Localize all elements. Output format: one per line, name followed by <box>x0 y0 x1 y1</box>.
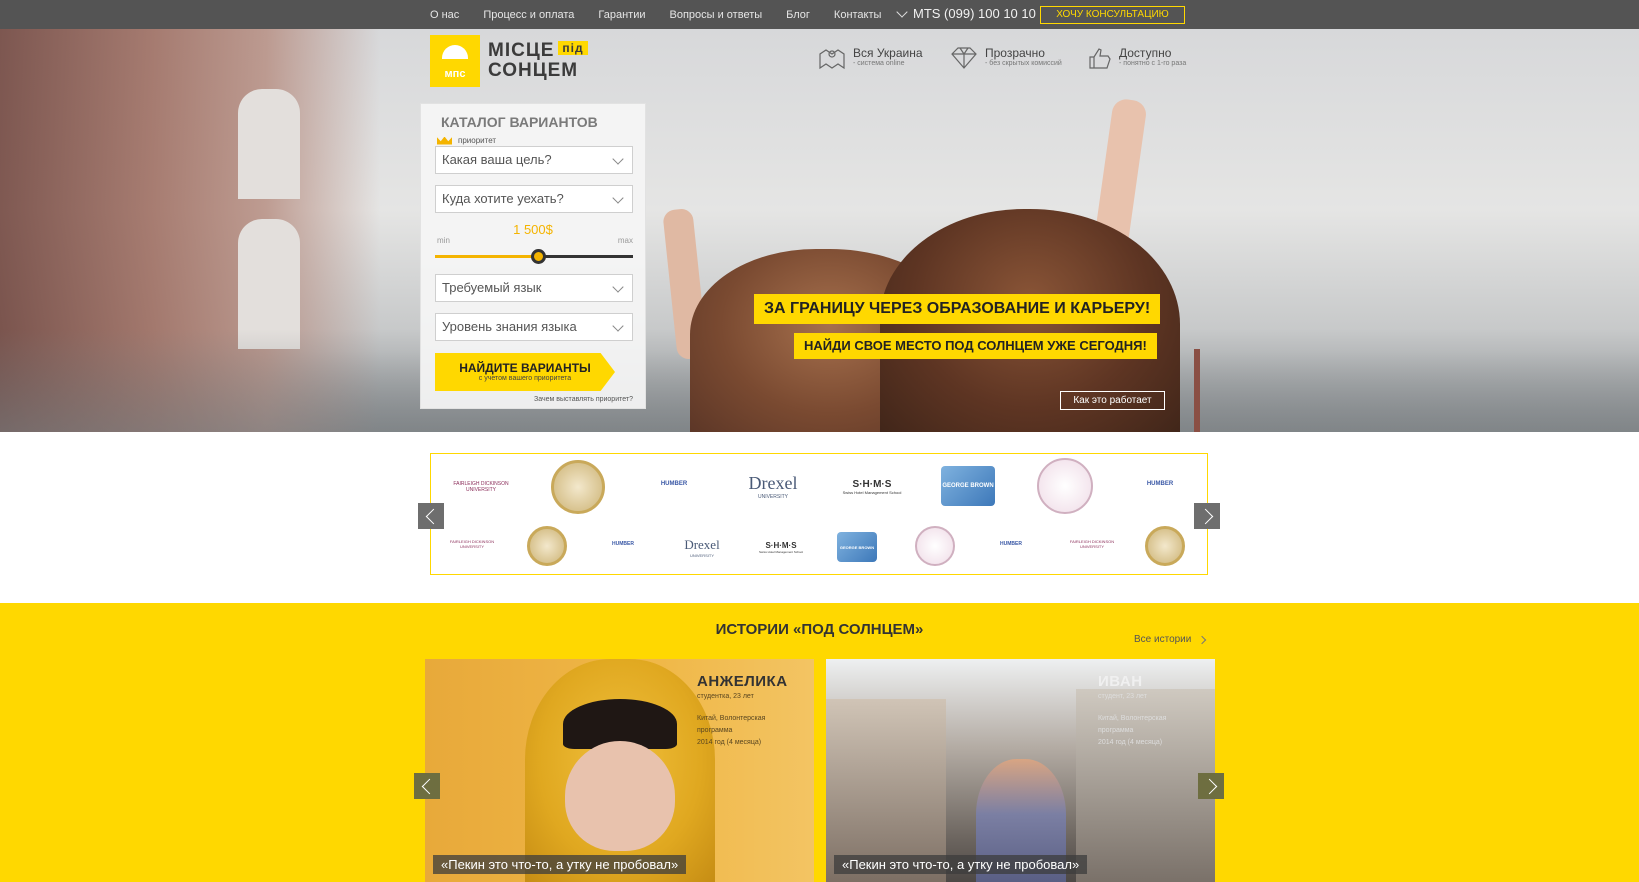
logos-prev-arrow[interactable] <box>418 503 444 529</box>
priority-marker: приоритет <box>437 136 496 145</box>
feature-transparent: Прозрачно - без скрытых комиссий <box>950 46 1062 70</box>
top-navigation-bar: О нас Процесс и оплата Гарантии Вопросы … <box>0 0 1639 29</box>
slider-max-label: max <box>617 236 633 245</box>
fairleigh-dickinson-logo[interactable]: FAIRLEIGH DICKINSON UNIVERSITY <box>1067 534 1117 554</box>
consultation-button[interactable]: ХОЧУ КОНСУЛЬТАЦИЮ <box>1040 6 1185 24</box>
slider-handle[interactable] <box>530 249 546 264</box>
humber-logo[interactable]: HUMBER <box>991 538 1031 550</box>
phone-number: MTS (099) 100 10 10 <box>913 6 1036 21</box>
price-value: 1 500$ <box>513 222 553 237</box>
university-seal-logo[interactable] <box>1145 526 1185 566</box>
catalog-title: КАТАЛОГ ВАРИАНТОВ <box>441 114 598 130</box>
phone-selector[interactable]: MTS (099) 100 10 10 <box>896 5 1036 21</box>
map-icon <box>819 49 845 70</box>
george-brown-logo[interactable]: GEORGE BROWN <box>941 466 995 506</box>
slider-min-label: min <box>437 236 450 245</box>
university-seal-logo[interactable] <box>527 526 567 566</box>
nav-item-faq[interactable]: Вопросы и ответы <box>670 9 763 21</box>
nav-item-guarantees[interactable]: Гарантии <box>598 9 645 21</box>
site-logo[interactable]: мпс МІСЦЕ під СОНЦЕМ <box>430 35 588 87</box>
shms-logo[interactable]: S·H·M·S Swiss Hotel Management School <box>841 462 903 512</box>
nav-item-process[interactable]: Процесс и оплата <box>483 9 574 21</box>
humber-logo[interactable]: HUMBER <box>603 538 643 550</box>
stories-prev-arrow[interactable] <box>414 773 440 799</box>
how-it-works-button[interactable]: Как это работает <box>1060 391 1165 410</box>
story-name: АНЖЕЛИКА <box>697 673 788 690</box>
chevron-right-icon <box>1198 635 1207 644</box>
find-options-button[interactable]: НАЙДИТЕ ВАРИАНТЫ с учетом вашего приорит… <box>435 353 615 391</box>
university-seal-logo[interactable] <box>915 526 955 566</box>
language-level-select[interactable]: Уровень знания языка <box>435 313 633 341</box>
thumbs-up-icon <box>1089 48 1111 69</box>
story-name: ИВАН <box>1098 673 1143 690</box>
story-card[interactable]: АНЖЕЛИКА студентка, 23 лет Китай, Волонт… <box>425 659 814 882</box>
priority-help-link[interactable]: Зачем выставлять приоритет? <box>534 396 633 403</box>
humber-logo[interactable]: HUMBER <box>1135 476 1185 492</box>
goal-select[interactable]: Какая ваша цель? <box>435 146 633 174</box>
university-seal-logo[interactable] <box>1037 458 1093 514</box>
drexel-logo[interactable]: Drexel UNIVERSITY <box>743 458 803 514</box>
nav-item-contacts[interactable]: Контакты <box>834 9 882 21</box>
hero-subline: НАЙДИ СВОЕ МЕСТО ПОД СОЛНЦЕМ УЖЕ СЕГОДНЯ… <box>794 333 1157 359</box>
main-nav: О нас Процесс и оплата Гарантии Вопросы … <box>430 0 905 29</box>
language-select[interactable]: Требуемый язык <box>435 274 633 302</box>
hero-section <box>0 29 1639 432</box>
all-stories-link[interactable]: Все истории <box>1134 634 1207 645</box>
story-quote: «Пекин это что-то, а утку не пробовал» <box>834 855 1088 874</box>
diamond-icon <box>951 47 977 69</box>
feature-all-ukraine: Вся Украина - система online <box>818 46 923 72</box>
university-seal-logo[interactable] <box>551 460 605 514</box>
logo-sun-icon: мпс <box>430 35 480 87</box>
logo-text: МІСЦЕ під СОНЦЕМ <box>488 41 588 81</box>
stories-next-arrow[interactable] <box>1198 773 1224 799</box>
feature-affordable: Доступно - понятно с 1-го раза <box>1088 46 1186 70</box>
budget-slider[interactable] <box>435 249 633 264</box>
fairleigh-dickinson-logo[interactable]: FAIRLEIGH DICKINSON UNIVERSITY <box>447 534 497 554</box>
crown-icon <box>437 136 452 145</box>
story-quote: «Пекин это что-то, а утку не пробовал» <box>433 855 687 874</box>
university-logos-carousel: FAIRLEIGH DICKINSON UNIVERSITY HUMBER Dre… <box>430 453 1208 575</box>
logos-next-arrow[interactable] <box>1194 503 1220 529</box>
catalog-panel: КАТАЛОГ ВАРИАНТОВ приоритет Какая ваша ц… <box>420 103 646 409</box>
drexel-logo[interactable]: Drexel UNIVERSITY <box>679 526 725 568</box>
stories-title: ИСТОРИИ «ПОД СОЛНЦЕМ» <box>715 621 924 638</box>
chevron-down-icon <box>896 5 908 18</box>
hero-headline: ЗА ГРАНИЦУ ЧЕРЕЗ ОБРАЗОВАНИЕ И КАРЬЕРУ! <box>754 294 1161 324</box>
nav-item-blog[interactable]: Блог <box>786 9 810 21</box>
nav-item-about[interactable]: О нас <box>430 9 459 21</box>
george-brown-logo[interactable]: GEORGE BROWN <box>837 532 877 562</box>
destination-select[interactable]: Куда хотите уехать? <box>435 185 633 213</box>
shms-logo[interactable]: S·H·M·S Swiss Hotel Management School <box>757 528 805 566</box>
stories-section: ИСТОРИИ «ПОД СОЛНЦЕМ» Все истории АНЖЕЛИ… <box>0 603 1639 882</box>
story-card[interactable]: ИВАН студент, 23 лет Китай, Волонтерская… <box>826 659 1215 882</box>
humber-logo[interactable]: HUMBER <box>649 476 699 492</box>
slider-fill <box>435 255 538 258</box>
fairleigh-dickinson-logo[interactable]: FAIRLEIGH DICKINSON UNIVERSITY <box>451 474 511 500</box>
